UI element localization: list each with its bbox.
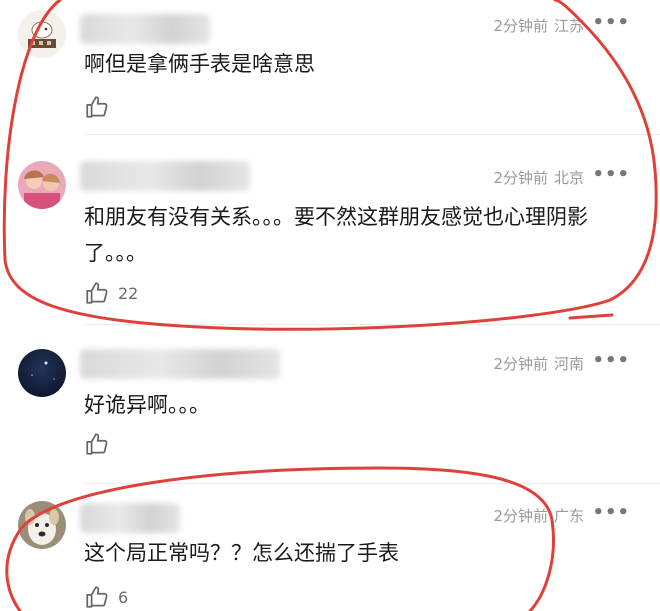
comment-item: 2分钟前 广东 ••• 这个局正常吗？？怎么还揣了手表 6 (0, 485, 660, 611)
comment-item: 2分钟前 北京 ••• 和朋友有没有关系。。。要不然这群朋友感觉也心理阴影了。。。… (0, 135, 660, 325)
comment-meta: 2分钟前 河南 (493, 353, 584, 374)
like-count: 22 (118, 283, 139, 303)
comment-text: 这个局正常吗？？怎么还揣了手表 (84, 541, 399, 565)
avatar[interactable] (18, 161, 66, 209)
comment-time: 2分钟前 (493, 17, 548, 35)
avatar[interactable] (18, 501, 66, 549)
comment-location: 河南 (553, 355, 584, 373)
like-button[interactable]: 22 (84, 280, 138, 306)
more-options-icon[interactable]: ••• (592, 12, 630, 33)
comment-text: 好诡异啊。。。 (84, 393, 210, 417)
comment-time: 2分钟前 (493, 507, 548, 525)
more-options-icon[interactable]: ••• (592, 350, 630, 371)
avatar[interactable] (18, 10, 66, 58)
comment-location: 广东 (553, 507, 584, 525)
comment-meta: 2分钟前 广东 (493, 505, 584, 526)
more-options-icon[interactable]: ••• (592, 164, 630, 185)
more-options-icon[interactable]: ••• (592, 502, 630, 523)
thumbs-up-icon (86, 282, 108, 304)
thumbs-up-icon (86, 96, 108, 118)
comment-time: 2分钟前 (493, 355, 548, 373)
like-button[interactable]: 6 (84, 584, 128, 610)
username-blurred[interactable] (80, 14, 210, 44)
comment-item: 2分钟前 江苏 ••• 啊但是拿俩手表是啥意思 (0, 0, 660, 135)
comment-meta: 2分钟前 北京 (493, 167, 584, 188)
like-button[interactable] (84, 94, 118, 120)
comment-text: 和朋友有没有关系。。。要不然这群朋友感觉也心理阴影了。。。 (84, 205, 588, 265)
divider (84, 483, 660, 484)
thumbs-up-icon (86, 433, 108, 455)
comment-location: 北京 (553, 169, 584, 187)
username-blurred[interactable] (80, 503, 180, 533)
avatar[interactable] (18, 349, 66, 397)
thumbs-up-icon (86, 586, 108, 608)
comment-location: 江苏 (553, 17, 584, 35)
like-button[interactable] (84, 431, 118, 457)
comment-item: 2分钟前 河南 ••• 好诡异啊。。。 (0, 325, 660, 485)
username-blurred[interactable] (80, 161, 250, 191)
comment-meta: 2分钟前 江苏 (493, 15, 584, 36)
comment-text: 啊但是拿俩手表是啥意思 (84, 52, 315, 76)
username-blurred[interactable] (80, 349, 280, 379)
comment-time: 2分钟前 (493, 169, 548, 187)
like-count: 6 (118, 587, 129, 607)
